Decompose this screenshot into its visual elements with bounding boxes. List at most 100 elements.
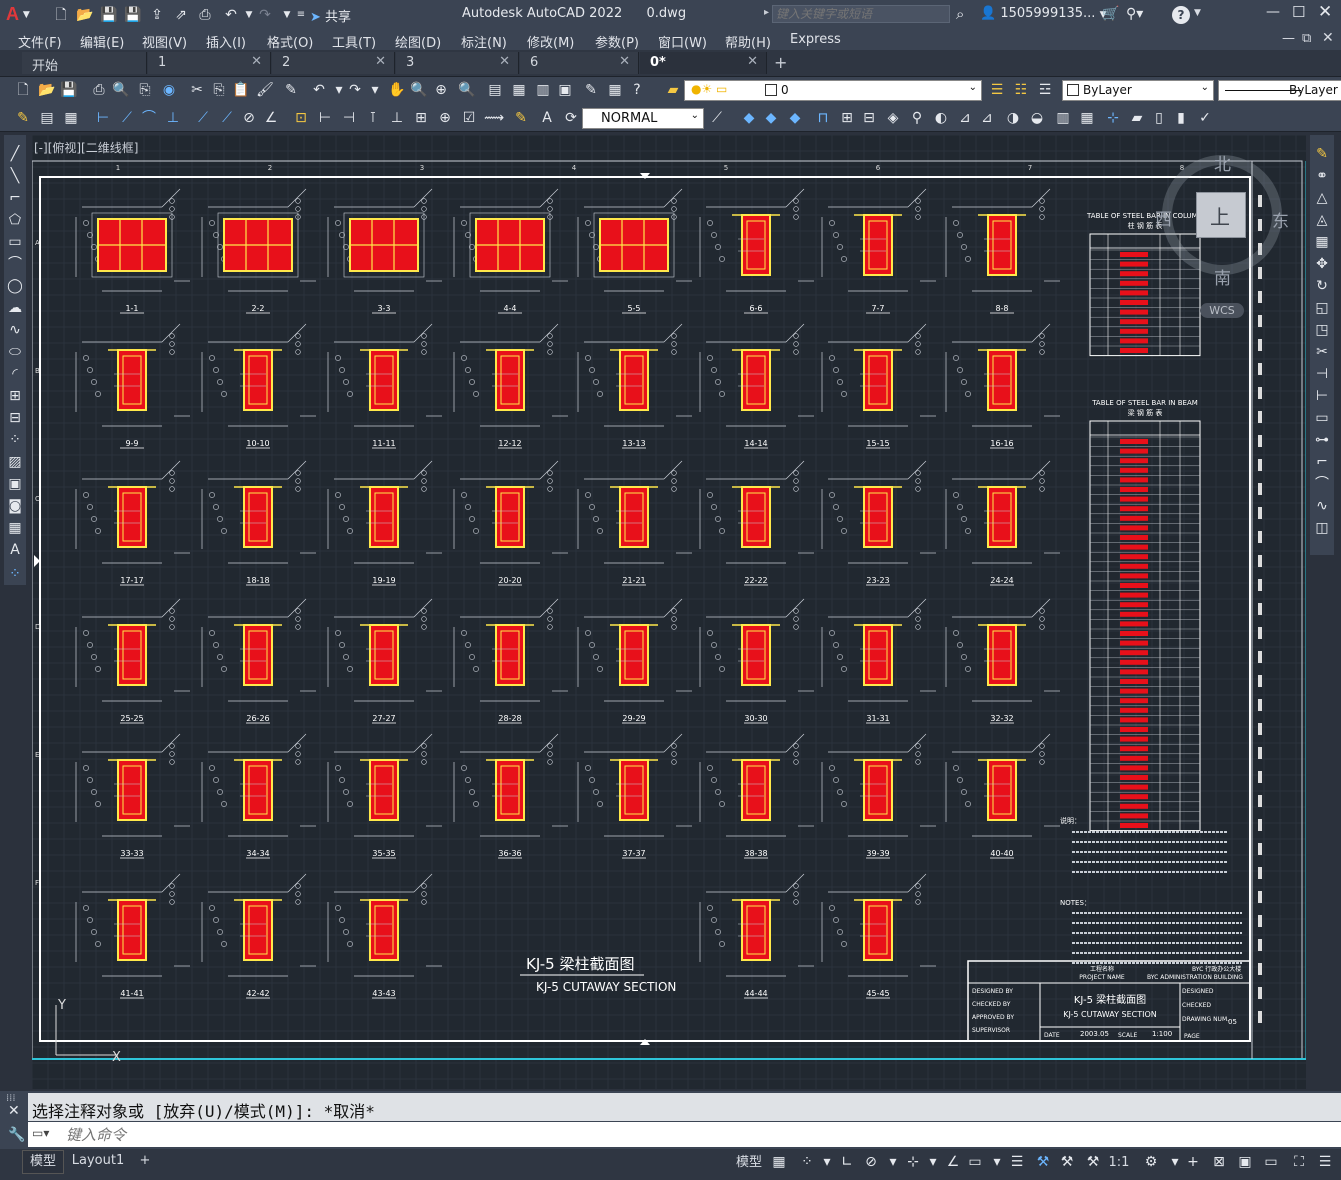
dim-style-icon[interactable]: ▤ — [38, 109, 56, 127]
quickcalc-icon[interactable]: ▦ — [606, 81, 624, 99]
erase-icon[interactable]: ✎ — [1313, 145, 1331, 163]
insert-block-icon[interactable]: ⊞ — [6, 387, 24, 405]
aligned-dim-icon[interactable]: ⟋ — [118, 109, 136, 127]
help-icon[interactable]: ? — [1172, 6, 1190, 24]
viewport-label[interactable]: [-][俯视][二维线框] — [34, 139, 138, 156]
publish-icon[interactable]: ⎘ — [136, 81, 154, 99]
section-detail[interactable]: 25-25 — [75, 598, 190, 724]
arc-length-icon[interactable]: ⌒ — [140, 109, 158, 127]
menu-parametric[interactable]: 参数(P) — [595, 32, 639, 51]
viewcube-top-face[interactable]: 上 — [1196, 192, 1246, 238]
lineweight-icon[interactable]: ☰ — [1008, 1153, 1026, 1171]
attdef-icon[interactable]: ◈ — [884, 109, 902, 127]
tab-model[interactable]: 模型 — [22, 1150, 64, 1174]
command-settings-icon[interactable]: 🔧 — [8, 1127, 25, 1143]
new-icon[interactable]: 🗋 — [14, 81, 32, 99]
section-detail[interactable]: 3-3 — [327, 188, 442, 314]
command-input[interactable] — [64, 1124, 1268, 1146]
layer-off-icon[interactable]: ◆ — [786, 109, 804, 127]
ordinate-dim-icon[interactable]: ⊥ — [164, 109, 182, 127]
doc-minimize-icon[interactable]: — — [1282, 31, 1295, 46]
arc-icon[interactable]: ⌒ — [6, 255, 24, 273]
layer-dropdown[interactable]: ●☀ ▭ 0 ⌄ — [684, 80, 982, 101]
tab-layout1[interactable]: Layout1 — [68, 1150, 128, 1172]
dimstyle-dropdown[interactable]: NORMAL ⌄ — [582, 108, 704, 129]
section-detail[interactable]: 8-8 — [945, 188, 1060, 314]
pan-icon[interactable]: ✋ — [388, 81, 406, 99]
auto-scale-icon[interactable]: ⚒ — [1058, 1153, 1076, 1171]
layer-uniso-icon[interactable]: ◆ — [762, 109, 780, 127]
wblock-icon[interactable]: ⊟ — [860, 109, 878, 127]
new-file-icon[interactable]: 🗋 — [52, 6, 70, 24]
diameter-dim-icon[interactable]: ⊘ — [240, 109, 258, 127]
plot-preview-icon[interactable]: 🔍 — [112, 81, 130, 99]
trim-icon[interactable]: ✂ — [1313, 343, 1331, 361]
markup-icon[interactable]: ✎ — [582, 81, 600, 99]
section-detail[interactable]: 7-7 — [821, 188, 936, 314]
layer-iso-icon[interactable]: ◆ — [740, 109, 758, 127]
customize-icon[interactable]: ☰ — [1316, 1153, 1334, 1171]
units-icon[interactable]: ⊠ — [1210, 1153, 1228, 1171]
section-detail[interactable]: 17-17 — [75, 460, 190, 586]
baseline-dim-icon[interactable]: ⊢ — [316, 109, 334, 127]
app-logo-icon[interactable]: A ▼ — [6, 4, 34, 26]
section-detail[interactable]: 43-43 — [327, 873, 442, 999]
tab-close-icon[interactable]: ✕ — [747, 54, 758, 69]
region-icon[interactable]: ◙ — [6, 497, 24, 515]
menu-tools[interactable]: 工具(T) — [332, 32, 376, 51]
table-style-icon[interactable]: ▦ — [62, 109, 80, 127]
new-tab-icon[interactable]: + — [774, 53, 787, 72]
block-editor-icon[interactable]: ✎ — [282, 81, 300, 99]
section-detail[interactable]: 24-24 — [945, 460, 1060, 586]
isodraft-icon[interactable]: ∠ — [944, 1153, 962, 1171]
break-point-icon[interactable]: ⊢ — [1313, 387, 1331, 405]
tab-close-icon[interactable]: ✕ — [499, 54, 510, 69]
tab-0-active[interactable]: 0* ✕ — [640, 52, 767, 74]
osnap-dropdown-icon[interactable]: ▾ — [924, 1153, 942, 1171]
mass-icon[interactable]: ▯ — [1150, 109, 1168, 127]
text-style-icon[interactable]: ✎ — [14, 109, 32, 127]
layer-previous-icon[interactable]: ☷ — [1012, 81, 1030, 99]
spline-icon[interactable]: ∿ — [6, 321, 24, 339]
copy-object-icon[interactable]: ⚭ — [1313, 167, 1331, 185]
center-mark-icon[interactable]: ⊕ — [436, 109, 454, 127]
share-button[interactable]: ➤ 共享 — [310, 6, 351, 25]
rectangle-icon[interactable]: ▭ — [6, 233, 24, 251]
model-space-button[interactable]: 模型 — [734, 1152, 764, 1174]
array-icon[interactable]: ▦ — [1313, 233, 1331, 251]
autodesk-app-icon[interactable]: ⚲▾ — [1126, 6, 1143, 22]
polyline-icon[interactable]: ⌐ — [6, 189, 24, 207]
hatch-icon[interactable]: ▥ — [1054, 109, 1072, 127]
extend-icon[interactable]: ⊣ — [1313, 365, 1331, 383]
menu-modify[interactable]: 修改(M) — [527, 32, 574, 51]
section-detail[interactable]: 4-4 — [453, 188, 568, 314]
save-icon[interactable]: 💾 — [100, 6, 118, 24]
scale-icon[interactable]: ◱ — [1313, 299, 1331, 317]
dim-text-edit-icon[interactable]: A — [538, 109, 556, 127]
inspect-icon[interactable]: ☑ — [460, 109, 478, 127]
linetype-dropdown[interactable]: ByLayer — [1218, 80, 1341, 101]
quick-dim-icon[interactable]: ⊡ — [292, 109, 310, 127]
dim-update-icon[interactable]: ⟳ — [562, 109, 580, 127]
tab-6[interactable]: 6 ✕ — [520, 52, 639, 74]
open-file-icon[interactable]: 📂 — [76, 6, 94, 24]
ellipse-arc-icon[interactable]: ◜ — [6, 365, 24, 383]
redo-icon[interactable]: ↷ — [346, 81, 364, 99]
menu-express[interactable]: Express — [790, 32, 841, 47]
continue-dim-icon[interactable]: ⊣ — [340, 109, 358, 127]
dynamic-ucs-icon[interactable]: ▭ — [966, 1153, 984, 1171]
revcloud-icon[interactable]: ☁ — [6, 299, 24, 317]
workspace-icon[interactable]: ⚙ — [1142, 1153, 1160, 1171]
mirror-icon[interactable]: △ — [1313, 189, 1331, 207]
boundary-icon[interactable]: ◒ — [1028, 109, 1046, 127]
linear-dim-icon[interactable]: ⊢ — [94, 109, 112, 127]
section-detail[interactable]: 31-31 — [821, 598, 936, 724]
menu-draw[interactable]: 绘图(D) — [395, 32, 441, 51]
infer-icon[interactable]: ∟ — [838, 1153, 856, 1171]
ellipse-icon[interactable]: ⬭ — [6, 343, 24, 361]
section-detail[interactable]: 21-21 — [577, 460, 692, 586]
section-detail[interactable]: 6-6 — [699, 188, 814, 314]
zoom-window-icon[interactable]: ⊕ — [432, 81, 450, 99]
tab-1[interactable]: 1 ✕ — [148, 52, 271, 74]
chamfer-icon[interactable]: ⌐ — [1313, 453, 1331, 471]
